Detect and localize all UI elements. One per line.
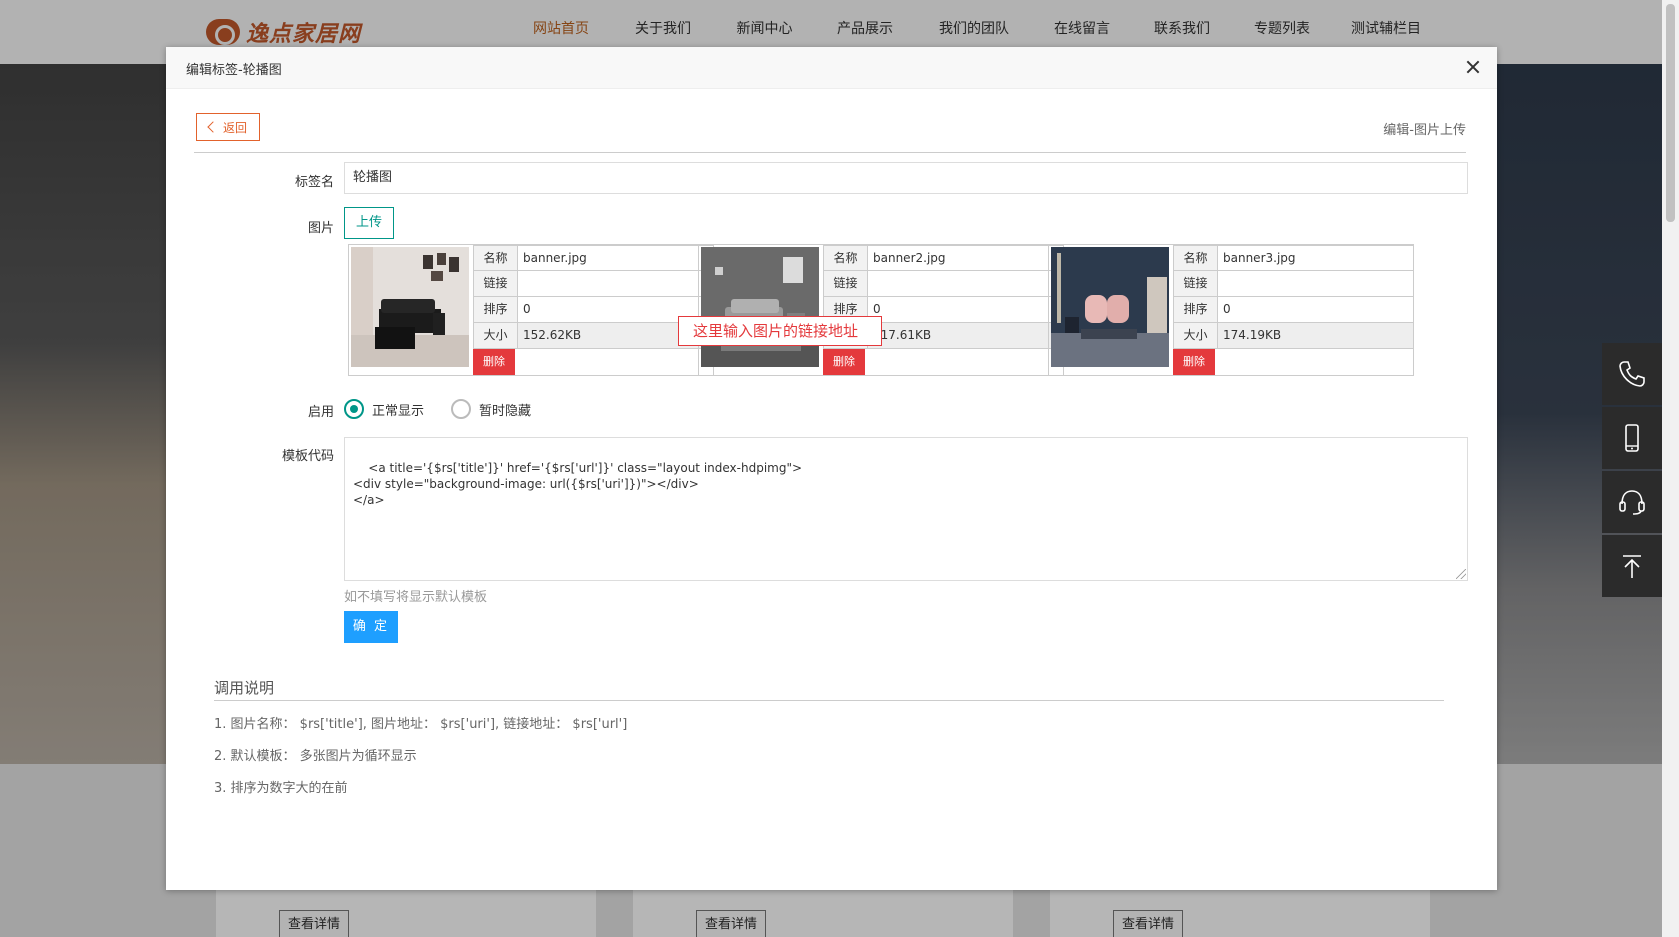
delete-image-button[interactable]: 删除 [823,349,865,375]
detail-button[interactable]: 查看详情 [279,910,350,937]
info-row-size: 大小 152.62KB [473,323,713,349]
order-key: 排序 [1173,297,1218,322]
enable-label: 启用 [307,405,334,420]
confirm-button[interactable]: 确 定 [344,611,398,643]
image-card-3: 名称 banner3.jpg 链接 排序 0 大小 174.19KB 删除 [1048,244,1414,376]
info-row-order: 排序 0 [1173,297,1413,323]
link-key: 链接 [473,271,518,296]
image-size-value: 174.19KB [1218,323,1413,348]
scrollbar-thumb[interactable] [1666,4,1675,222]
dialog-toolbar: 返回 编辑-图片上传 [194,113,1466,153]
radio-option-show[interactable]: 正常显示 [344,399,424,419]
back-to-top-button[interactable] [1602,535,1662,597]
image-size-value: 217.61KB [868,323,1063,348]
tag-name-label: 标签名 [294,175,334,190]
close-icon[interactable] [1463,57,1483,77]
info-row-size: 大小 174.19KB [1173,323,1413,349]
order-key: 排序 [473,297,518,322]
image-name-input[interactable]: banner2.jpg [868,246,1063,270]
page-scrollbar[interactable] [1662,0,1679,937]
notes-line: 1. 图片名称： $rs['title'], 图片地址： $rs['uri'],… [214,717,628,732]
notes-line: 2. 默认模板： 多张图片为循环显示 [214,749,417,764]
customer-service-button[interactable] [1602,471,1662,533]
info-row-link: 链接 [1173,271,1413,297]
size-key: 大小 [473,323,518,348]
notes-title: 调用说明 [214,677,1444,701]
dialog-title: 编辑标签-轮播图 [186,63,282,78]
delete-image-button[interactable]: 删除 [473,349,515,375]
dialog-header: 编辑标签-轮播图 [166,47,1497,89]
phone-icon [1619,361,1645,387]
image-link-input[interactable] [518,271,713,296]
back-button[interactable]: 返回 [196,113,260,141]
radio-label-show: 正常显示 [372,403,425,419]
delete-image-button[interactable]: 删除 [1173,349,1215,375]
mobile-button[interactable] [1602,407,1662,469]
side-toolbar [1602,343,1662,599]
name-key: 名称 [473,246,518,270]
image-order-input[interactable]: 0 [1218,297,1413,322]
link-key: 链接 [823,271,868,296]
name-key: 名称 [823,246,868,270]
image-thumbnail [1051,247,1169,367]
info-row-name: 名称 banner3.jpg [1173,245,1413,271]
image-thumbnail [351,247,469,367]
radio-checked-icon [344,399,364,419]
template-code-label: 模板代码 [281,449,334,464]
notes-line: 3. 排序为数字大的在前 [214,781,348,796]
edit-tag-dialog: 编辑标签-轮播图 返回 编辑-图片上传 标签名 轮播图 图片 上传 名称 ban… [166,47,1497,890]
breadcrumb: 编辑-图片上传 [1383,123,1466,138]
image-info-table: 名称 banner3.jpg 链接 排序 0 大小 174.19KB [1173,245,1413,349]
image-card-1: 名称 banner.jpg 链接 排序 0 大小 152.62KB 删除 [348,244,714,376]
template-code-textarea[interactable]: <a title='{$rs['title']}' href='{$rs['ur… [344,437,1468,581]
image-thumbnail [701,247,819,367]
radio-unchecked-icon [451,399,471,419]
image-name-input[interactable]: banner.jpg [518,246,713,270]
image-link-input[interactable] [1218,271,1413,296]
template-code-text: <a title='{$rs['title']}' href='{$rs['ur… [353,461,803,507]
headset-icon [1619,490,1645,515]
radio-label-hide: 暂时隐藏 [479,403,532,419]
link-key: 链接 [1173,271,1218,296]
image-label: 图片 [307,221,334,236]
image-card-2: 名称 banner2.jpg 链接 排序 0 大小 217.61KB 删除 [698,244,1064,376]
tag-name-input[interactable]: 轮播图 [344,162,1468,194]
mobile-icon [1625,424,1639,452]
image-info-table: 名称 banner.jpg 链接 排序 0 大小 152.62KB [473,245,713,349]
info-row-link: 链接 [823,271,1063,297]
radio-option-hide[interactable]: 暂时隐藏 [451,399,531,419]
upload-button[interactable]: 上传 [344,207,394,239]
name-key: 名称 [1173,246,1218,270]
image-order-input[interactable]: 0 [868,297,1063,322]
usage-notes: 调用说明 1. 图片名称： $rs['title'], 图片地址： $rs['u… [214,677,1444,805]
template-hint: 如不填写将显示默认模板 [344,590,488,605]
phone-button[interactable] [1602,343,1662,405]
info-row-link: 链接 [473,271,713,297]
back-to-top-icon [1623,555,1641,578]
chevron-left-icon [207,121,219,133]
info-row-name: 名称 banner2.jpg [823,245,1063,271]
link-input-tooltip: 这里输入图片的链接地址 [678,316,882,346]
detail-button[interactable]: 查看详情 [1113,910,1184,937]
back-button-label: 返回 [222,120,247,135]
info-row-order: 排序 0 [473,297,713,323]
detail-button[interactable]: 查看详情 [696,910,767,937]
image-name-input[interactable]: banner3.jpg [1218,246,1413,270]
image-link-input[interactable] [868,271,1063,296]
resize-grip-icon[interactable] [1456,569,1466,579]
info-row-name: 名称 banner.jpg [473,245,713,271]
size-key: 大小 [1173,323,1218,348]
